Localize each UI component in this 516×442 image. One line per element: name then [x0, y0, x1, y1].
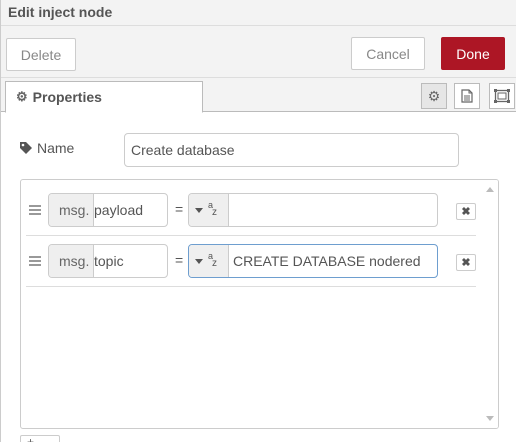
scroll-up-arrow-icon[interactable]	[486, 187, 494, 192]
scrollbar[interactable]	[482, 180, 498, 428]
file-text-icon	[461, 89, 473, 103]
msg-prefix[interactable]: msg.	[49, 194, 95, 226]
name-label-text: Name	[37, 140, 75, 156]
property-value-field[interactable]: az CREATE DATABASE nodered	[188, 244, 438, 278]
close-icon: ✖	[461, 257, 471, 269]
property-row: msg. payload = az ✖	[26, 185, 476, 236]
type-select[interactable]: az	[189, 194, 229, 226]
tray-title: Edit inject node	[8, 4, 113, 20]
string-az-icon: az	[208, 251, 217, 269]
edit-tray: Edit inject node Delete Cancel Done ⚙ Pr…	[0, 0, 516, 442]
tab-properties-label: Properties	[32, 89, 102, 105]
scroll-down-arrow-icon[interactable]	[486, 416, 494, 421]
tray-toolbar: Delete Cancel Done	[1, 26, 516, 78]
property-row: msg. topic = az CREATE DATABASE nodered …	[26, 236, 476, 287]
close-icon: ✖	[461, 206, 471, 218]
remove-row-button[interactable]: ✖	[456, 254, 476, 271]
caret-down-icon	[195, 258, 203, 264]
delete-button[interactable]: Delete	[6, 38, 76, 71]
add-property-button[interactable]: +	[20, 435, 60, 442]
tab-properties[interactable]: ⚙ Properties	[5, 81, 203, 113]
property-name-field[interactable]: msg. payload	[48, 193, 168, 227]
equals-sign: =	[175, 252, 184, 268]
name-input-value: Create database	[131, 142, 235, 158]
drag-handle-icon[interactable]	[29, 205, 41, 215]
remove-row-button[interactable]: ✖	[456, 203, 476, 220]
type-select[interactable]: az	[189, 245, 229, 277]
name-input[interactable]: Create database	[124, 133, 459, 167]
description-tab-button[interactable]	[454, 83, 480, 109]
gear-icon: ⚙	[16, 89, 28, 104]
drag-handle-icon[interactable]	[29, 256, 41, 266]
name-label: Name	[19, 140, 74, 156]
property-list: msg. payload = az ✖ msg. topic = a z CRE…	[20, 179, 499, 429]
property-name-value: payload	[94, 202, 144, 218]
settings-tab-button[interactable]: ⚙	[421, 83, 447, 109]
done-button[interactable]: Done	[441, 37, 505, 70]
property-name-value: topic	[94, 253, 124, 269]
caret-down-icon	[195, 207, 203, 213]
cancel-button[interactable]: Cancel	[351, 37, 425, 70]
window-maximize-icon	[494, 89, 510, 103]
string-az-icon: az	[208, 200, 217, 218]
appearance-tab-button[interactable]	[489, 83, 515, 109]
tag-icon	[20, 142, 32, 154]
property-value-field[interactable]: az	[188, 193, 438, 227]
msg-prefix[interactable]: msg.	[49, 245, 95, 277]
property-name-field[interactable]: msg. topic	[48, 244, 168, 278]
tabs-row: ⚙ Properties ⚙	[1, 78, 516, 113]
gear-icon: ⚙	[427, 87, 441, 104]
tray-header: Edit inject node	[1, 0, 516, 26]
property-value: CREATE DATABASE nodered	[233, 253, 421, 269]
equals-sign: =	[175, 201, 184, 217]
